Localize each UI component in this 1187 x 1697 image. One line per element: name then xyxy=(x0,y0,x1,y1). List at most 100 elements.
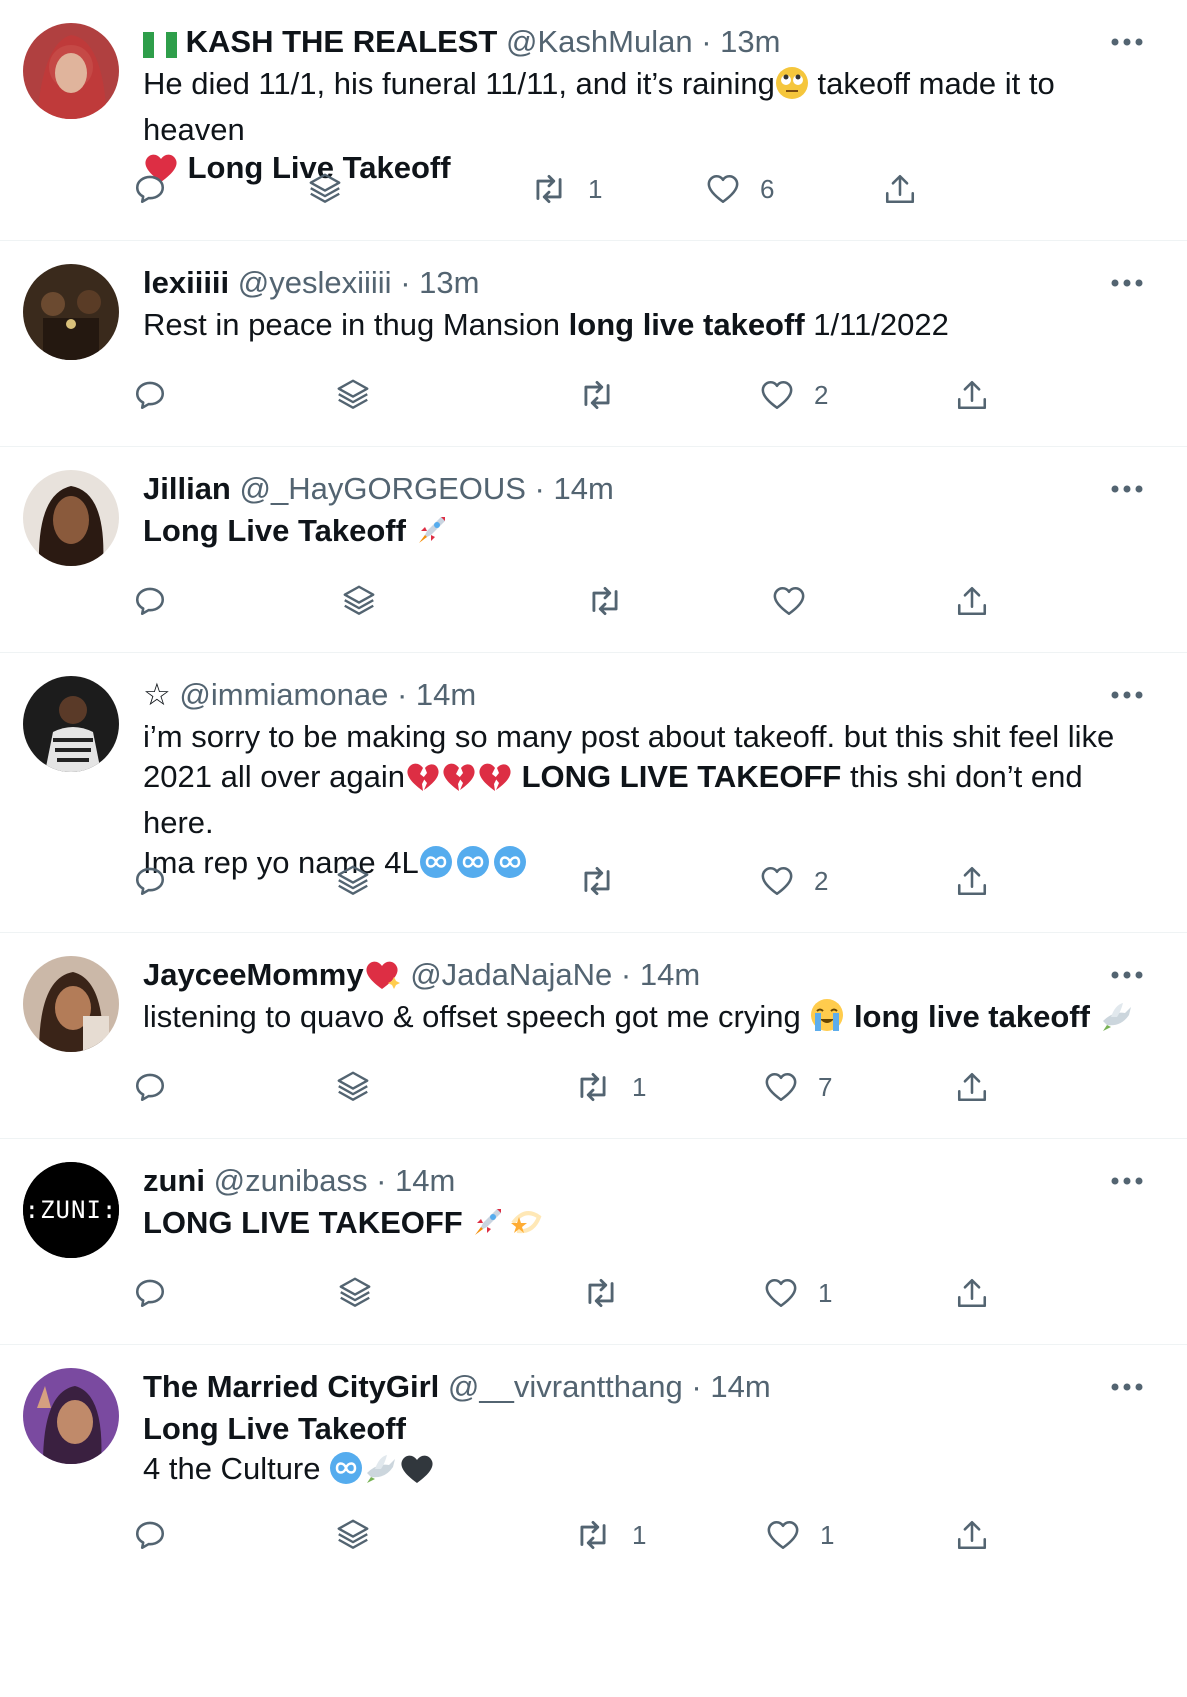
like-count: 1 xyxy=(818,1277,833,1308)
user-handle[interactable]: @KashMulan xyxy=(506,24,693,59)
share-button[interactable] xyxy=(956,1271,988,1315)
tweet-text-segment: 1/11/2022 xyxy=(804,307,949,342)
layers-icon xyxy=(343,585,375,615)
tweet-text-segment: listening to quavo & offset speech got m… xyxy=(143,999,810,1034)
more-icon[interactable] xyxy=(1107,477,1147,501)
dove-icon xyxy=(1099,997,1135,1043)
retweet-button[interactable]: 1 xyxy=(530,167,602,211)
avatar[interactable] xyxy=(23,23,119,119)
separator: · xyxy=(691,1369,702,1404)
timestamp[interactable]: 14m xyxy=(640,957,700,992)
more-icon[interactable] xyxy=(1107,683,1147,707)
share-button[interactable] xyxy=(956,373,988,417)
views-button[interactable] xyxy=(340,579,378,623)
layers-icon xyxy=(337,1071,369,1101)
timestamp[interactable]: 14m xyxy=(416,677,476,712)
display-name[interactable]: ☆ xyxy=(143,677,171,712)
reply-icon xyxy=(135,1073,165,1102)
avatar[interactable] xyxy=(23,956,119,1052)
views-button[interactable] xyxy=(334,373,372,417)
share-button[interactable] xyxy=(956,859,988,903)
views-button[interactable] xyxy=(336,1271,374,1315)
display-name[interactable]: Jillian xyxy=(143,471,231,506)
reply-button[interactable] xyxy=(133,1513,167,1557)
user-handle[interactable]: @zunibass xyxy=(214,1163,368,1198)
tweet[interactable]: :ZUNI: zuni @zunibass · 14m LONG LIVE TA… xyxy=(0,1139,1187,1345)
user-handle[interactable]: @_HayGORGEOUS xyxy=(240,471,526,506)
more-icon[interactable] xyxy=(1107,1375,1147,1399)
views-button[interactable] xyxy=(334,1513,372,1557)
retweet-button[interactable] xyxy=(578,373,636,417)
reply-button[interactable] xyxy=(133,1065,167,1109)
heart-icon xyxy=(765,1072,797,1102)
timestamp[interactable]: 14m xyxy=(710,1369,770,1404)
like-button[interactable]: 1 xyxy=(766,1513,834,1557)
like-button[interactable]: 7 xyxy=(764,1065,832,1109)
loudly-crying-face-icon xyxy=(809,997,845,1043)
reply-button[interactable] xyxy=(133,1271,167,1315)
more-icon[interactable] xyxy=(1107,30,1147,54)
user-handle[interactable]: @__vivrantthang xyxy=(448,1369,683,1404)
reply-button[interactable] xyxy=(133,859,167,903)
tweet[interactable]: The Married CityGirl @__vivrantthang · 1… xyxy=(0,1345,1187,1697)
more-icon[interactable] xyxy=(1107,271,1147,295)
like-button[interactable]: 1 xyxy=(764,1271,832,1315)
avatar[interactable]: :ZUNI: xyxy=(23,1162,119,1258)
timestamp[interactable]: 14m xyxy=(554,471,614,506)
avatar[interactable] xyxy=(23,676,119,772)
share-icon xyxy=(957,586,987,616)
avatar[interactable] xyxy=(23,264,119,360)
user-handle[interactable]: @immiamonae xyxy=(179,677,388,712)
timestamp[interactable]: 13m xyxy=(720,24,780,59)
separator: · xyxy=(376,1163,387,1198)
timestamp[interactable]: 14m xyxy=(395,1163,455,1198)
avatar[interactable] xyxy=(23,470,119,566)
reply-button[interactable] xyxy=(133,579,167,623)
views-button[interactable] xyxy=(334,1065,372,1109)
share-button[interactable] xyxy=(956,579,988,623)
retweet-button[interactable]: 1 xyxy=(574,1065,646,1109)
display-name[interactable]: The Married CityGirl xyxy=(143,1369,439,1404)
dove-icon xyxy=(363,1449,399,1495)
views-button[interactable] xyxy=(334,859,372,903)
display-name[interactable]: JayceeMommy xyxy=(143,957,364,992)
separator: · xyxy=(701,24,712,59)
more-icon[interactable] xyxy=(1107,1169,1147,1193)
share-button[interactable] xyxy=(884,167,916,211)
tweet-actions: 1 7 xyxy=(0,1065,1187,1109)
tweet-text: Long Live Takeoff xyxy=(143,511,1147,557)
more-icon[interactable] xyxy=(1107,963,1147,987)
tweet-header: lexiiiii @yeslexiiiii · 13m xyxy=(143,261,1107,305)
tweet[interactable]: ☆ @immiamonae · 14m i’m sorry to be maki… xyxy=(0,653,1187,933)
tweet[interactable]: JayceeMommy @JadaNajaNe · 14m listening … xyxy=(0,933,1187,1139)
retweet-button[interactable] xyxy=(586,579,644,623)
tweet[interactable]: Jillian @_HayGORGEOUS · 14m Long Live Ta… xyxy=(0,447,1187,653)
share-button[interactable] xyxy=(956,1065,988,1109)
tweet[interactable]: KASH THE REALEST @KashMulan · 13m He die… xyxy=(0,0,1187,241)
tweet-header: The Married CityGirl @__vivrantthang · 1… xyxy=(143,1365,1107,1409)
views-button[interactable] xyxy=(306,167,344,211)
layers-icon xyxy=(309,173,341,203)
user-handle[interactable]: @yeslexiiiii xyxy=(238,265,392,300)
display-name[interactable]: zuni xyxy=(143,1163,205,1198)
share-button[interactable] xyxy=(956,1513,988,1557)
timestamp[interactable]: 13m xyxy=(419,265,479,300)
like-button[interactable]: 2 xyxy=(760,859,828,903)
reply-button[interactable] xyxy=(133,167,167,211)
retweet-button[interactable] xyxy=(578,859,636,903)
share-icon xyxy=(957,1072,987,1102)
tweet-header: zuni @zunibass · 14m xyxy=(143,1159,1107,1203)
avatar[interactable] xyxy=(23,1368,119,1464)
like-button[interactable] xyxy=(772,579,826,623)
display-name[interactable]: lexiiiii xyxy=(143,265,229,300)
reply-button[interactable] xyxy=(133,373,167,417)
separator: · xyxy=(396,677,408,712)
user-handle[interactable]: @JadaNajaNe xyxy=(410,957,612,992)
display-name[interactable]: KASH THE REALEST xyxy=(186,24,498,59)
retweet-button[interactable] xyxy=(582,1271,640,1315)
tweet-text-bold: long live takeoff xyxy=(568,307,805,342)
tweet[interactable]: lexiiiii @yeslexiiiii · 13m Rest in peac… xyxy=(0,241,1187,447)
like-button[interactable]: 2 xyxy=(760,373,828,417)
retweet-button[interactable]: 1 xyxy=(574,1513,646,1557)
like-button[interactable]: 6 xyxy=(706,167,774,211)
